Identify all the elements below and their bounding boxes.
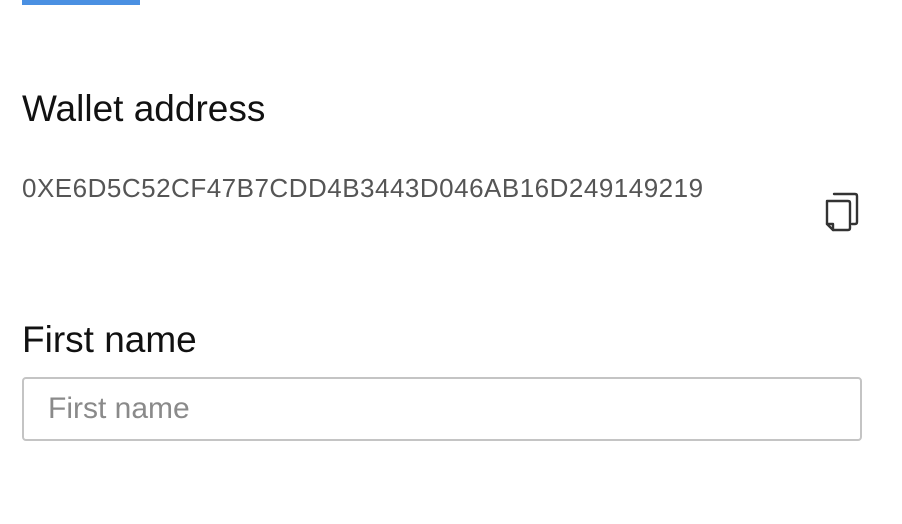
copy-icon	[824, 188, 860, 232]
first-name-label: First name	[22, 319, 197, 360]
first-name-input[interactable]	[22, 377, 862, 441]
wallet-address-row: 0XE6D5C52CF47B7CDD4B3443D046AB16D2491492…	[22, 166, 862, 256]
active-tab-indicator	[22, 0, 140, 5]
copy-address-button[interactable]	[822, 186, 862, 234]
wallet-address-label: Wallet address	[22, 88, 266, 129]
wallet-address-value: 0XE6D5C52CF47B7CDD4B3443D046AB16D2491492…	[22, 173, 704, 203]
